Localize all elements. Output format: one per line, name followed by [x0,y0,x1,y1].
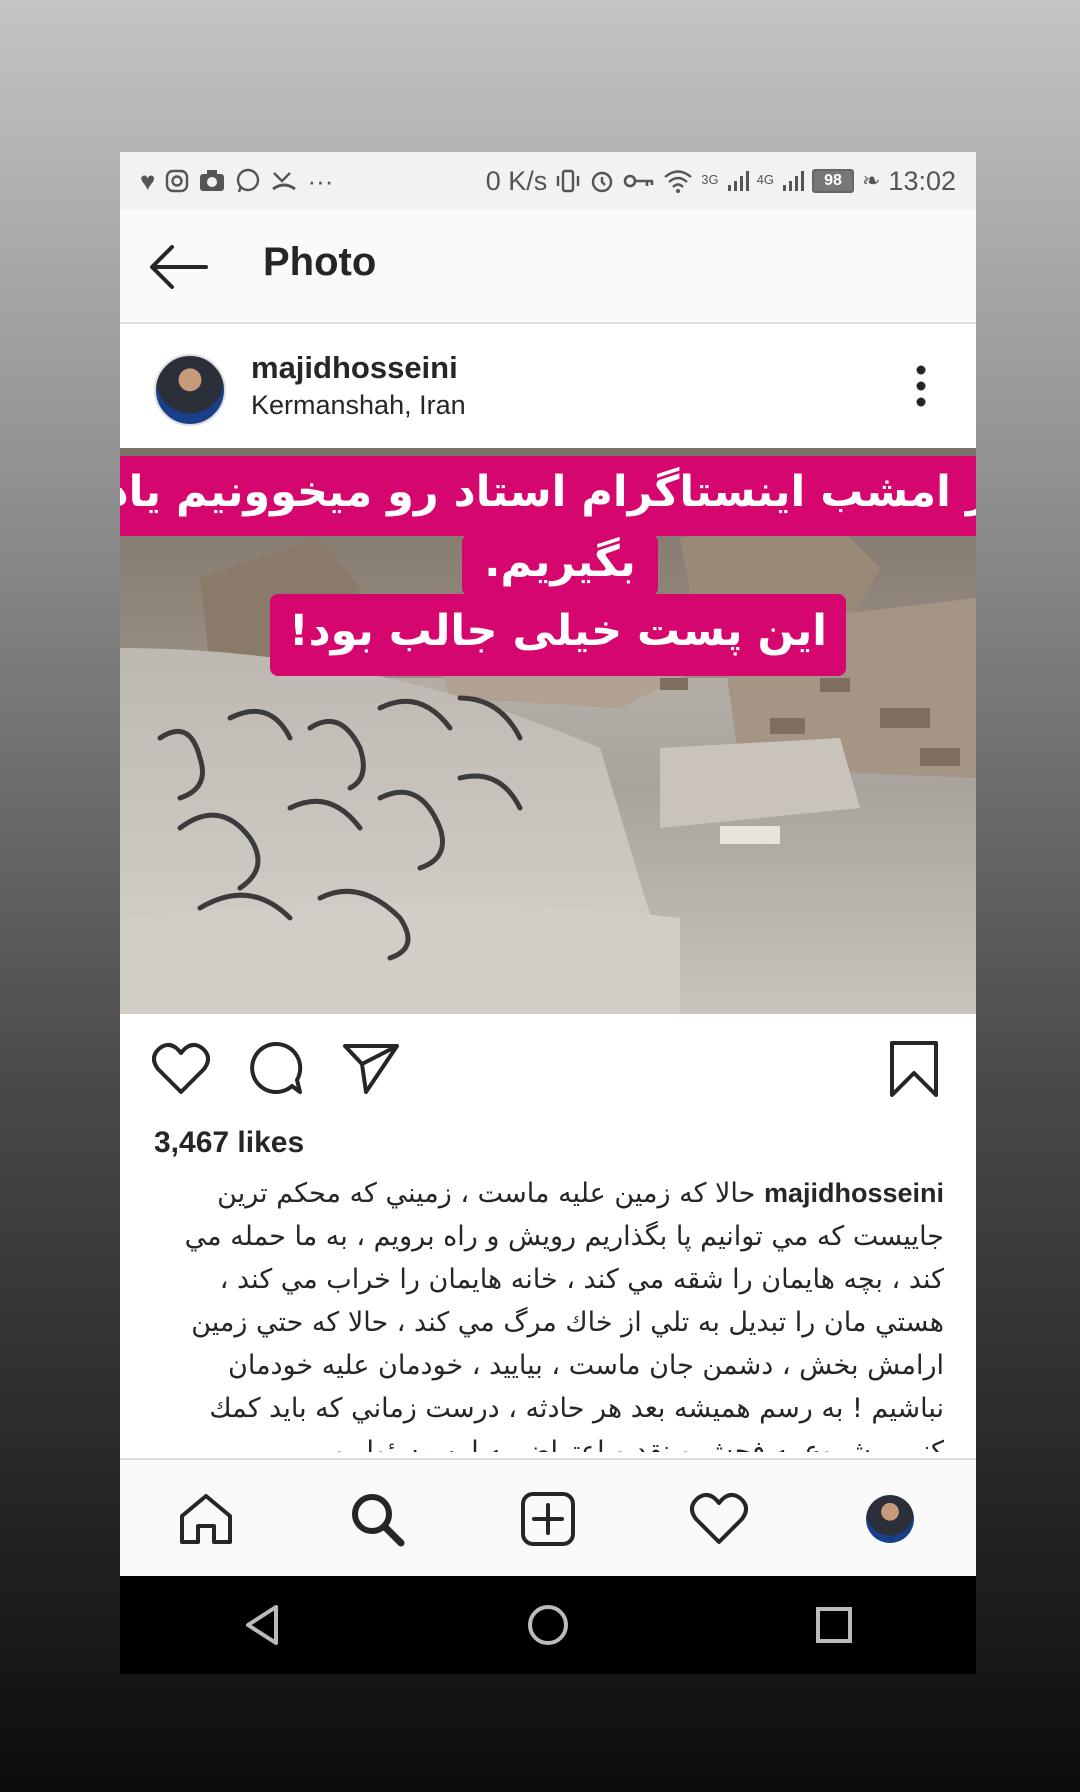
status-bar: ♥ ··· 0 K/s 3G 4G 98 ❧ 13:02 [120,152,976,210]
more-options-icon[interactable] [914,364,928,408]
home-icon [179,1494,232,1544]
page-title: Photo [263,240,377,284]
caption-text: حالا كه زمين عليه ماست ، زميني كه محكم ت… [184,1178,944,1452]
comment-icon[interactable] [248,1040,304,1096]
signal-3g-icon [727,171,749,191]
nav-profile[interactable] [855,1484,925,1554]
status-left-icons: ♥ ··· [140,166,333,197]
activity-heart-icon [690,1492,749,1544]
wifi-icon [664,170,693,193]
nav-search[interactable] [342,1484,412,1554]
nav-home[interactable] [171,1484,241,1554]
nav-new-post[interactable] [513,1484,583,1554]
like-heart-icon[interactable] [152,1042,210,1096]
missed-call-icon [272,172,297,191]
overlay-caption-line3: این پست خیلی جالب بود! [270,594,846,676]
bookmark-icon[interactable] [888,1040,940,1098]
post-location[interactable]: Kermanshah, Iran [251,390,466,421]
avatar[interactable] [154,354,226,426]
alarm-icon [592,171,613,193]
likes-count[interactable]: 3,467 likes [154,1126,304,1160]
heart-pulse-icon: ♥ [140,165,156,196]
system-home-icon[interactable] [526,1603,570,1647]
key-icon [623,174,654,188]
search-icon [351,1494,405,1547]
overlay-caption-line2: بگیریم. [462,534,658,596]
instagram-icon [166,169,189,193]
battery-indicator: 98 [811,169,854,193]
system-nav-bar [120,1576,976,1674]
status-right: 0 K/s 3G 4G 98 ❧ 13:02 [486,166,956,197]
app-bar: Photo [120,210,976,324]
share-icon[interactable] [342,1042,400,1096]
net-4g-label: 4G [756,171,774,187]
post-caption: majidhosseini حالا كه زمين عليه ماست ، ز… [154,1172,944,1452]
system-back-icon[interactable] [242,1603,282,1647]
vibrate-icon [557,169,580,193]
more-status-icons: ··· [307,165,334,196]
post-photo[interactable]: از امشب اینستاگرام استاد رو میخوونیم یاد… [120,448,976,1014]
post-header: majidhosseini Kermanshah, Iran [120,324,976,444]
signal-4g-icon [782,171,804,191]
nav-activity[interactable] [684,1484,754,1554]
camera-icon [200,170,225,191]
network-speed: 0 K/s [485,165,548,196]
clock: 13:02 [888,165,956,196]
bottom-nav [120,1458,976,1578]
leaf-icon: ❧ [861,168,881,193]
post-username[interactable]: majidhosseini [251,350,458,386]
profile-avatar [866,1495,915,1543]
caption-username[interactable]: majidhosseini [764,1178,944,1208]
system-recents-icon[interactable] [814,1605,854,1645]
whatsapp-icon [237,168,260,193]
post-actions [120,1014,976,1124]
overlay-caption-line1: از امشب اینستاگرام استاد رو میخوونیم یاد [120,456,976,536]
phone-screen: ♥ ··· 0 K/s 3G 4G 98 ❧ 13:02 Photo majid… [120,152,976,1674]
back-arrow-icon[interactable] [148,242,208,292]
net-3g-label: 3G [701,171,719,187]
add-post-icon [520,1492,575,1546]
